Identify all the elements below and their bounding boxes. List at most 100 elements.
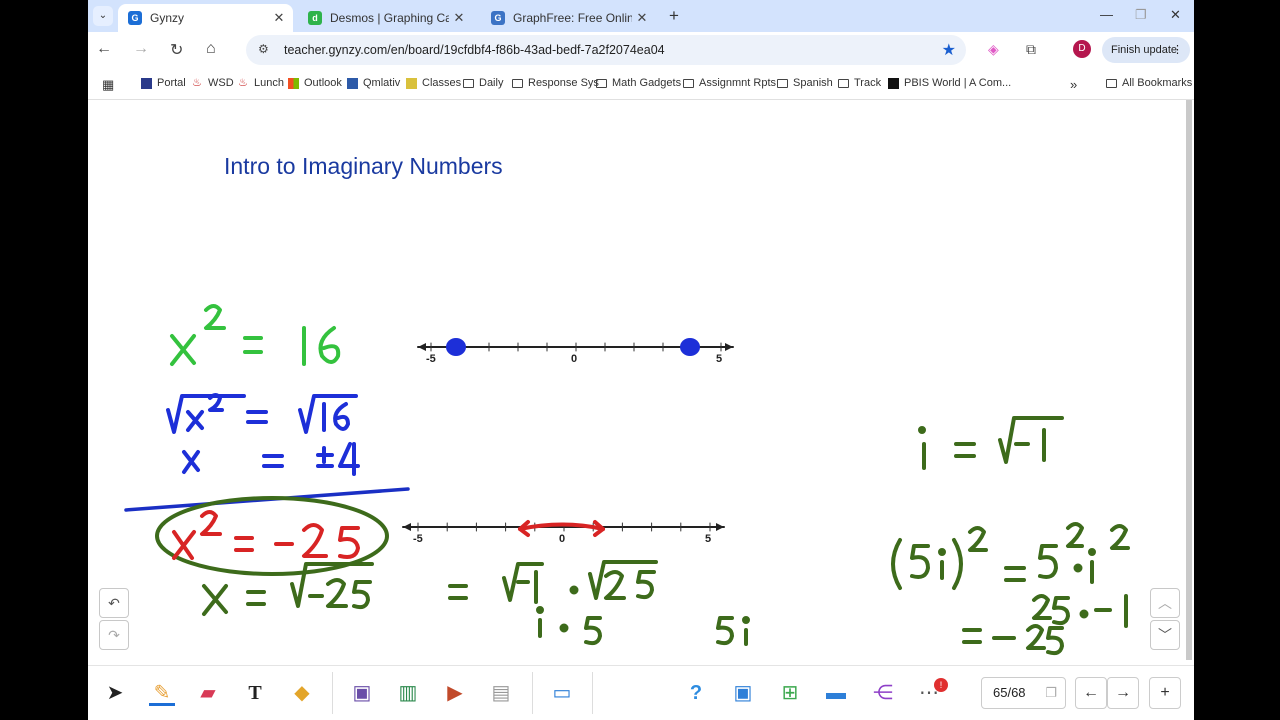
site-info-icon[interactable]: ⚙ (258, 42, 269, 56)
tab-search-button[interactable]: ⌄ (93, 6, 113, 26)
page-number: 65/68 (993, 685, 1026, 700)
folder-icon (512, 78, 523, 88)
profile-avatar[interactable]: D (1073, 40, 1091, 58)
folder-icon (777, 78, 788, 88)
bookmark-portal[interactable]: Portal (141, 77, 186, 89)
eraser-icon[interactable]: ▰ (195, 680, 221, 706)
bookmark-wsd[interactable]: ♨ WSD (192, 77, 234, 89)
scrollbar[interactable] (1186, 100, 1192, 660)
open-folder-icon[interactable]: ▬ (823, 680, 849, 706)
pages-overview-icon: ❐ (1045, 685, 1057, 700)
tab-desmos[interactable]: d Desmos | Graphing Calculato ✕ (298, 4, 473, 32)
separator (332, 672, 333, 714)
select-pointer-icon[interactable]: ➤ (102, 680, 128, 706)
bookmark-track[interactable]: Track (838, 77, 881, 89)
folder-icon (683, 78, 694, 88)
browser-toolbar: ← → ↻ ⌂ ⚙ teacher.gynzy.com/en/board/19c… (88, 32, 1194, 68)
shapes-icon[interactable]: ◆ (289, 680, 315, 706)
text-tool-icon[interactable]: T (242, 680, 268, 706)
share-icon[interactable]: ⋲ (870, 680, 896, 706)
bookmark-response-sys[interactable]: Response Sys (512, 77, 599, 89)
scroll-down-button[interactable]: ﹀ (1150, 620, 1180, 650)
extensions-puzzle-icon[interactable]: ⧉ (1026, 41, 1036, 58)
address-bar[interactable]: ⚙ teacher.gynzy.com/en/board/19cfdbf4-f8… (246, 35, 966, 65)
save-icon[interactable]: ▣ (730, 680, 756, 706)
minimize-button[interactable]: — (1100, 7, 1113, 22)
bookmark-assignmnt-rpts[interactable]: Assignmnt Rpts (683, 77, 776, 89)
close-icon[interactable]: ✕ (269, 10, 289, 26)
bookmark-label: Response Sys (528, 77, 599, 89)
bookmark-spanish[interactable]: Spanish (777, 77, 833, 89)
table-icon[interactable]: ▤ (488, 680, 514, 706)
classes-icon (406, 77, 417, 89)
bookmark-lunch[interactable]: ♨ Lunch (238, 77, 284, 89)
extension-icon[interactable]: ◈ (988, 41, 999, 58)
point-pos-4 (680, 338, 700, 356)
gynzy-icon: G (128, 11, 142, 25)
close-window-button[interactable]: ✕ (1170, 7, 1181, 23)
tab-label: Gynzy (150, 11, 185, 25)
bookmark-pbis-world[interactable]: PBIS World | A Com... (888, 77, 1011, 89)
add-page-button[interactable]: + (1149, 677, 1181, 709)
devices-icon[interactable]: ▭ (549, 680, 575, 706)
resources-icon[interactable]: ▣ (349, 680, 375, 706)
all-bookmarks-button[interactable]: All Bookmarks (1106, 77, 1192, 89)
pen-tool-icon[interactable]: ✎ (149, 680, 175, 706)
restore-button[interactable]: ❐ (1135, 7, 1147, 23)
forward-button[interactable]: → (133, 40, 149, 58)
apps-icon[interactable]: ▦ (102, 77, 114, 93)
url-text: teacher.gynzy.com/en/board/19cfdbf4-f86b… (284, 43, 665, 57)
finish-update-button[interactable]: Finish update ⋮ (1102, 37, 1190, 63)
tab-gynzy[interactable]: G Gynzy ✕ (118, 4, 293, 32)
previous-page-button[interactable]: ← (1075, 677, 1107, 709)
ink-i-definition (918, 416, 1064, 470)
bookmark-label: PBIS World | A Com... (904, 77, 1012, 89)
scroll-up-button[interactable]: ︿ (1150, 588, 1180, 618)
add-slide-icon[interactable]: ⊞ (777, 680, 803, 706)
tab-label: GraphFree: Free Online Grap (513, 11, 632, 25)
bookmark-label: Outlook (304, 77, 342, 89)
close-icon[interactable]: ✕ (449, 10, 469, 26)
bookmark-outlook[interactable]: Outlook (288, 77, 342, 89)
graphfree-icon: G (491, 11, 505, 25)
bookmark-label: Classes (422, 77, 462, 89)
back-button[interactable]: ← (96, 40, 112, 58)
new-tab-button[interactable]: + (669, 6, 679, 26)
more-bookmarks-icon[interactable]: » (1070, 77, 1077, 92)
media-icon[interactable]: ▶ (442, 680, 468, 706)
desmos-icon: d (308, 11, 322, 25)
tick-label: 0 (559, 533, 565, 545)
bookmark-label: Math Gadgets (612, 77, 682, 89)
help-icon[interactable]: ? (683, 680, 709, 706)
bookmark-label: Track (854, 77, 882, 89)
tick-label: 5 (716, 353, 722, 365)
ink-x-squared-neg25 (172, 510, 360, 560)
undo-button[interactable]: ↶ (99, 588, 129, 618)
tab-graphfree[interactable]: G GraphFree: Free Online Grap ✕ (481, 4, 656, 32)
library-icon[interactable]: ▥ (395, 680, 421, 706)
windows-icon (288, 77, 299, 89)
redo-button[interactable]: ↷ (99, 620, 129, 650)
bookmark-math-gadgets[interactable]: Math Gadgets (596, 77, 681, 89)
qmlativ-icon (347, 77, 358, 89)
bookmark-classes[interactable]: Classes (406, 77, 461, 89)
flame-icon: ♨ (238, 76, 248, 89)
home-button[interactable]: ⌂ (206, 40, 216, 58)
next-page-button[interactable]: → (1107, 677, 1139, 709)
bookmark-label: Spanish (793, 77, 833, 89)
close-icon[interactable]: ✕ (632, 10, 652, 26)
bookmark-label: Daily (479, 77, 504, 89)
ink-product-step (448, 560, 658, 604)
bookmark-label: Assignmnt Rpts (699, 77, 777, 89)
bookmark-star-icon[interactable]: ★ (942, 40, 956, 60)
page-indicator[interactable]: 65/68 ❐ (981, 677, 1066, 709)
bookmark-qmlativ[interactable]: Qmlativ (347, 77, 400, 89)
point-neg-4 (446, 338, 466, 356)
folder-icon (463, 78, 474, 88)
bookmark-label: Lunch (254, 77, 284, 89)
reload-button[interactable]: ↻ (170, 40, 183, 60)
whiteboard-canvas[interactable]: Intro to Imaginary Numbers -5 0 5 -5 0 5… (88, 100, 1194, 665)
ink-x-squared-16 (170, 304, 341, 366)
bookmark-daily[interactable]: Daily (463, 77, 503, 89)
tick-label: -5 (413, 533, 423, 545)
